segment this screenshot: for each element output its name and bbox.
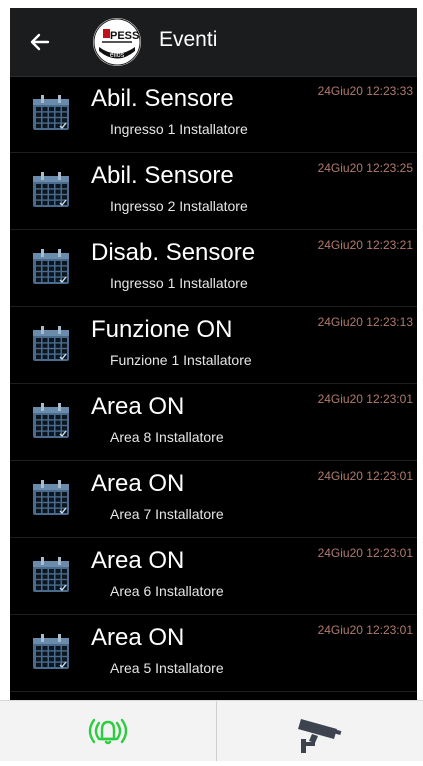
logo-sub-text: elios — [110, 52, 125, 59]
event-row[interactable]: Area ON Area 5 Installatore 24Giu20 12:23:… — [10, 615, 417, 692]
event-row[interactable]: Area ON Area 6 Installatore 24Giu20 12:23:… — [10, 538, 417, 615]
event-title: Area ON — [91, 547, 185, 574]
calendar-icon — [33, 95, 69, 130]
event-list[interactable]: Abil. Sensore Ingresso 1 Installatore 24Gi… — [10, 76, 417, 760]
event-title: Area ON — [91, 393, 185, 420]
event-timestamp: 24Giu20 12:23:01 — [317, 623, 413, 637]
event-row[interactable]: Disab. Sensore Ingresso 1 Installatore 24G… — [10, 230, 417, 307]
event-timestamp: 24Giu20 12:23:13 — [317, 315, 413, 329]
event-title: Disab. Sensore — [91, 239, 256, 266]
event-subtitle: Ingresso 1 Installatore — [110, 121, 248, 137]
event-title: Area ON — [91, 470, 185, 497]
event-timestamp: 24Giu20 12:23:01 — [317, 546, 413, 560]
event-subtitle: Area 6 Installatore — [110, 583, 224, 599]
event-subtitle: Ingresso 2 Installatore — [110, 198, 248, 214]
calendar-icon — [33, 172, 69, 207]
event-row[interactable]: Abil. Sensore Ingresso 2 Installatore 24Gi… — [10, 153, 417, 230]
event-subtitle: Area 5 Installatore — [110, 660, 224, 676]
event-subtitle: Funzione 1 Installatore — [110, 352, 252, 368]
logo-brand-text: PESS — [110, 30, 139, 42]
event-subtitle: Ingresso 1 Installatore — [110, 275, 248, 291]
event-timestamp: 24Giu20 12:23:01 — [317, 392, 413, 406]
calendar-icon — [33, 326, 69, 361]
event-timestamp: 24Giu20 12:23:21 — [317, 238, 413, 252]
event-title: Abil. Sensore — [91, 85, 234, 112]
event-title: Area ON — [91, 624, 185, 651]
pess-logo: PESS elios — [93, 18, 141, 66]
calendar-icon — [33, 634, 69, 669]
app-screen: PESS elios Eventi Abil. Sensore Ingresso … — [10, 8, 417, 760]
event-row[interactable]: Area ON Area 8 Installatore 24Giu20 12:23:… — [10, 384, 417, 461]
calendar-icon — [33, 557, 69, 592]
event-subtitle: Area 8 Installatore — [110, 429, 224, 445]
bottom-nav — [0, 700, 423, 761]
alarm-bell-icon — [88, 718, 128, 745]
event-timestamp: 24Giu20 12:23:25 — [317, 161, 413, 175]
event-timestamp: 24Giu20 12:23:33 — [317, 84, 413, 98]
cctv-camera-icon — [298, 719, 342, 753]
event-title: Abil. Sensore — [91, 162, 234, 189]
event-row[interactable]: Abil. Sensore Ingresso 1 Installatore 24Gi… — [10, 76, 417, 153]
event-row[interactable]: Funzione ON Funzione 1 Installatore 24Giu2… — [10, 307, 417, 384]
app-header: PESS elios Eventi — [10, 8, 417, 77]
alarm-tab-button[interactable] — [0, 701, 216, 761]
calendar-icon — [33, 249, 69, 284]
event-subtitle: Area 7 Installatore — [110, 506, 224, 522]
event-title: Funzione ON — [91, 316, 233, 343]
calendar-icon — [33, 480, 69, 515]
arrow-left-icon[interactable] — [26, 28, 54, 56]
event-timestamp: 24Giu20 12:23:01 — [317, 469, 413, 483]
camera-tab-button[interactable] — [217, 701, 423, 761]
page-title: Eventi — [159, 28, 218, 51]
calendar-icon — [33, 403, 69, 438]
event-row[interactable]: Area ON Area 7 Installatore 24Giu20 12:23:… — [10, 461, 417, 538]
